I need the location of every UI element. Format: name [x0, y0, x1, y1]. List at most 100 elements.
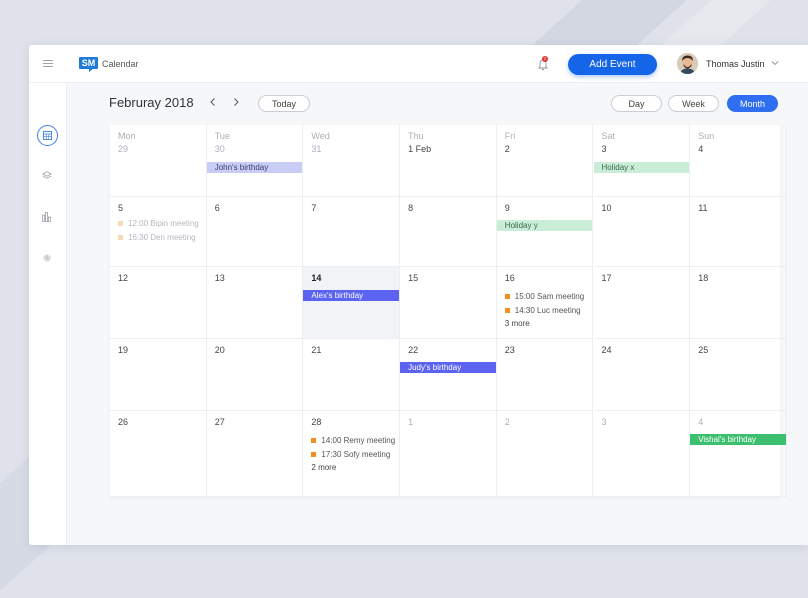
day-cell[interactable]: 25 [690, 339, 787, 411]
day-number: 24 [601, 345, 612, 355]
day-number: 1 [408, 417, 414, 427]
day-cell[interactable]: Wed 31 [303, 125, 401, 197]
day-number: 27 [214, 417, 225, 427]
day-cell[interactable]: 9 [496, 197, 594, 267]
day-number: 19 [118, 345, 129, 355]
meeting-item[interactable]: 15:00 Sam meeting [504, 292, 585, 301]
app-window: SM Calendar 2 Add Event Thomas Justin Fe… [29, 45, 808, 545]
view-month-button[interactable]: Month [727, 95, 778, 112]
day-cell[interactable]: 17 [593, 267, 691, 339]
day-number: 13 [214, 273, 225, 283]
day-number: 7 [311, 203, 317, 213]
day-cell[interactable]: 22 [400, 339, 497, 411]
day-number: 15 [408, 273, 419, 283]
day-number: 30 [214, 144, 225, 154]
chevron-down-icon[interactable] [771, 59, 779, 67]
day-cell[interactable]: 1 [400, 411, 497, 497]
view-week-button[interactable]: Week [668, 95, 719, 112]
day-cell[interactable]: 23 [496, 339, 594, 411]
day-cell[interactable]: 16 [496, 267, 594, 339]
add-event-button[interactable]: Add Event [568, 54, 657, 75]
event-bar[interactable]: Holiday x [593, 162, 690, 173]
more-events-link[interactable]: 3 more [505, 319, 530, 328]
meeting-dot [504, 307, 510, 313]
day-cell[interactable]: 2 [496, 411, 594, 497]
day-cell[interactable]: 20 [206, 339, 304, 411]
day-cell[interactable]: Sat 3 [593, 125, 691, 197]
day-cell[interactable]: 7 [303, 197, 401, 267]
avatar[interactable] [677, 53, 698, 74]
meeting-dot [504, 294, 510, 300]
sidebar-item-reports[interactable] [37, 207, 58, 228]
meeting-label: 14:00 Remy meeting [321, 436, 396, 445]
meeting-item[interactable]: 16:30 Den meeting [118, 233, 196, 242]
event-bar[interactable]: John's birthday [206, 162, 303, 173]
weekday-label: Tue [214, 131, 230, 141]
day-cell[interactable]: 26 [110, 411, 207, 497]
day-cell[interactable]: 3 [593, 411, 691, 497]
day-cell[interactable]: 27 [206, 411, 304, 497]
day-number: 5 [118, 203, 124, 213]
meeting-dot [118, 234, 123, 240]
day-cell[interactable]: 21 [303, 339, 401, 411]
chevron-right-icon[interactable] [231, 97, 241, 107]
today-button[interactable]: Today [258, 95, 310, 112]
menu-icon[interactable] [43, 60, 53, 67]
meeting-item[interactable]: 17:30 Sofy meeting [311, 450, 390, 459]
day-number: 4 [698, 417, 704, 427]
chevron-left-icon[interactable] [208, 97, 218, 107]
day-cell[interactable]: 15 [400, 267, 497, 339]
day-number: 4 [698, 144, 704, 154]
logo: SM [79, 57, 98, 72]
user-name[interactable]: Thomas Justin [706, 59, 765, 69]
weekday-label: Sat [601, 131, 616, 141]
day-cell[interactable]: 19 [110, 339, 207, 411]
weekday-label: Fri [504, 131, 516, 141]
day-number: 2 [504, 144, 510, 154]
meeting-label: 16:30 Den meeting [128, 232, 196, 242]
sidebar-item-settings[interactable] [37, 248, 58, 269]
day-cell[interactable]: 24 [593, 339, 691, 411]
meeting-label: 15:00 Sam meeting [514, 292, 585, 301]
day-number: 22 [408, 345, 419, 355]
more-events-link[interactable]: 2 more [311, 463, 336, 472]
day-cell[interactable]: 8 [400, 197, 497, 267]
day-cell[interactable]: Fri 2 [496, 125, 594, 197]
layers-icon [42, 171, 52, 179]
sidebar [29, 83, 67, 545]
day-cell[interactable]: Sun 4 [690, 125, 787, 197]
sidebar-item-layers[interactable] [37, 166, 58, 187]
event-bar[interactable]: Judy's birthday [400, 362, 496, 373]
day-cell[interactable]: Tue 30 [206, 125, 304, 197]
day-number: 1 Feb [408, 144, 432, 154]
day-cell[interactable]: Thu 1 Feb [400, 125, 497, 197]
day-number: 31 [311, 144, 322, 154]
bar-chart-icon [42, 212, 51, 222]
event-bar[interactable]: Vishal's birthday [690, 434, 786, 445]
view-day-button[interactable]: Day [611, 95, 662, 112]
day-cell[interactable]: 11 [690, 197, 787, 267]
top-bar: SM Calendar 2 Add Event Thomas Justin [29, 45, 808, 83]
day-number: 20 [214, 345, 225, 355]
day-cell[interactable]: 12 [110, 267, 207, 339]
day-cell[interactable]: 18 [690, 267, 787, 339]
day-cell[interactable]: 14 [303, 267, 401, 339]
day-number: 29 [118, 144, 129, 154]
day-cell[interactable]: 10 [593, 197, 691, 267]
meeting-dot [311, 438, 317, 444]
day-number: 28 [311, 417, 322, 427]
meeting-dot [311, 451, 317, 457]
notification-badge: 2 [542, 56, 548, 62]
day-cell[interactable]: 13 [206, 267, 304, 339]
day-number: 10 [601, 203, 612, 213]
meeting-item[interactable]: 14:30 Luc meeting [504, 306, 581, 315]
meeting-item[interactable]: 14:00 Remy meeting [311, 436, 395, 445]
day-cell[interactable]: Mon 29 [110, 125, 207, 197]
day-cell[interactable]: 6 [206, 197, 304, 267]
day-cell[interactable]: 4 [690, 411, 787, 497]
event-bar[interactable]: Holiday y [496, 220, 593, 231]
sidebar-item-calendar[interactable] [37, 125, 58, 146]
meeting-label: 12:00 Bipin meeting [128, 219, 199, 228]
meeting-item[interactable]: 12:00 Bipin meeting [118, 219, 199, 228]
event-bar[interactable]: Alex's birthday [303, 290, 400, 301]
